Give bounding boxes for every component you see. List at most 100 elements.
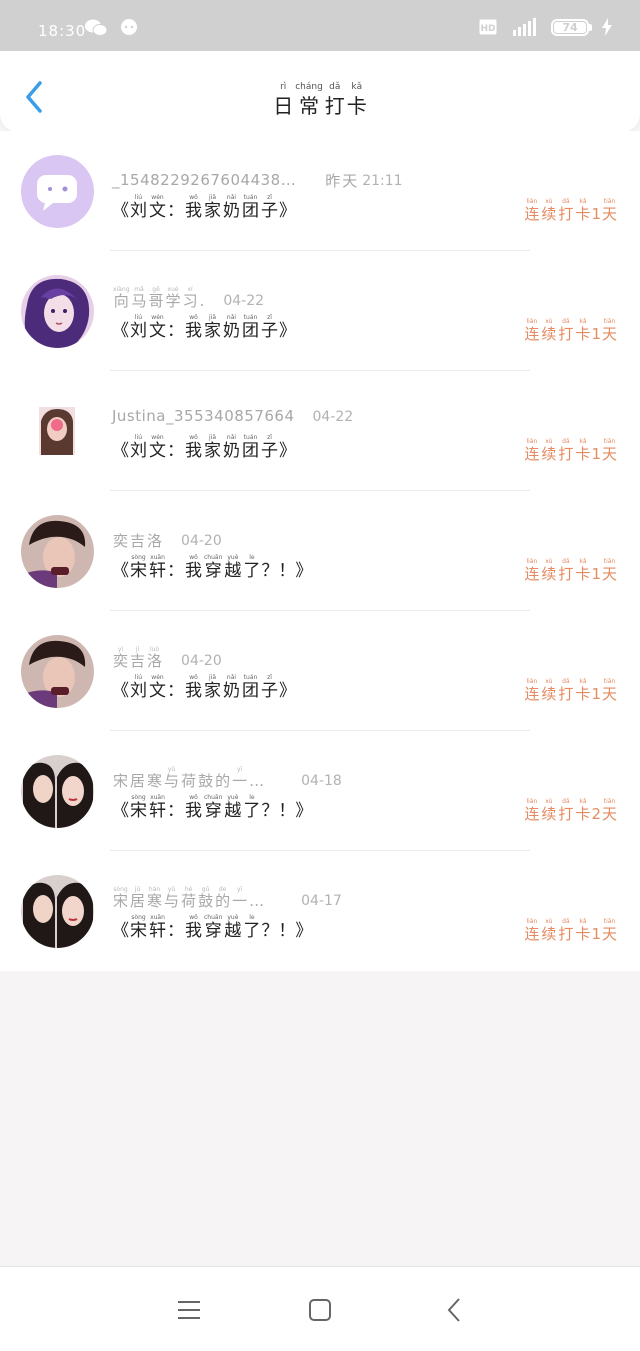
checkin-row[interactable]: sòng 宋 jū 居 hán 寒 yǔ 与 hé 荷 gǔ 鼓 de 的 yī 一 … 04-17 《 sòng 宋… (0, 851, 640, 971)
title-char: tuán 团 (242, 194, 259, 221)
title-char: wén 文 (149, 314, 166, 341)
checkin-date: 04-17 (301, 893, 342, 909)
title-char: nǎi 奶 (223, 674, 240, 701)
title-char: nǎi 奶 (223, 434, 240, 461)
title-char: nǎi 奶 (223, 314, 240, 341)
book-title: 《 liú 刘 wén 文： wǒ 我 jiā 家 nǎi 奶 tuán 团 zǐ 子》 (112, 674, 296, 701)
title-char: wǒ 我 (185, 674, 202, 701)
checkin-date: 21:11 (362, 173, 403, 189)
title-char: liú 刘 (130, 314, 147, 341)
streak-char: xù 续 (541, 198, 557, 223)
title-char: jiā 家 (204, 194, 221, 221)
title-char: yuè 越 (224, 914, 242, 941)
avatar[interactable] (21, 515, 94, 588)
streak-char: tiān 天 (601, 918, 617, 943)
name-char: xué 学 (165, 286, 181, 310)
title-char: jiā 家 (204, 674, 221, 701)
title-char: nǎi 奶 (223, 194, 240, 221)
name-char: 奕 (113, 532, 129, 550)
title-char: le 了 (243, 794, 261, 821)
streak-char: xù 续 (541, 678, 557, 703)
header: rì 日 cháng 常 dǎ 打 kǎ 卡 (0, 51, 640, 132)
checkin-row[interactable]: _1548229267604438… 昨 天 21:11 《 liú 刘 wén 文： wǒ 我… (0, 131, 640, 251)
streak-char: dǎ 打 (558, 798, 574, 823)
streak-char: dǎ 打 (558, 198, 574, 223)
title-char: wǒ 我 (185, 314, 202, 341)
avatar[interactable] (21, 635, 94, 708)
title-char: zǐ 子 (261, 674, 278, 701)
streak-char: dǎ 打 (558, 438, 574, 463)
avatar[interactable] (21, 755, 94, 828)
title-char: tuán 团 (242, 434, 259, 461)
name-char: 荷 (181, 772, 197, 790)
streak-count: 1 (591, 325, 601, 343)
checkin-row[interactable]: xiàng 向 mǎ 马 gē 哥 xué 学 xí 习 . 04-22 《 liú 刘 wén 文： wǒ 我 j… (0, 251, 640, 371)
streak-char: lián 连 (524, 198, 540, 223)
title-char: zǐ 子 (261, 314, 278, 341)
checkin-date: 04-22 (223, 293, 265, 309)
streak-char: xù 续 (541, 558, 557, 583)
streak-count: 1 (591, 205, 601, 223)
title-char: liú 刘 (130, 674, 147, 701)
streak-char: tiān 天 (601, 678, 617, 703)
system-nav-bar (0, 1266, 640, 1351)
checkin-row[interactable]: 奕 吉 洛 04-20 《 sòng 宋 xuān 轩： wǒ 我 chuān 穿 yuè 越 le 了？！… (0, 491, 640, 611)
user-name: xiàng 向 mǎ 马 gē 哥 xué 学 xí 习 . 04-22 (112, 286, 265, 310)
title-char: sòng 宋 (130, 554, 147, 581)
streak-char: lián 连 (524, 798, 540, 823)
checkin-row[interactable]: 宋 居 寒 yǔ 与 荷 鼓 的 yī 一 … 04-18 《 sòng 宋 xuān 轩： wǒ 我 c… (0, 731, 640, 851)
streak-label: lián 连 xù 续 dǎ 打 kǎ 卡 2 tiān 天 (523, 799, 618, 822)
title-char: jiā 家 (204, 314, 221, 341)
title-char: tuán 团 (242, 314, 259, 341)
title-char: yuè 越 (224, 794, 242, 821)
title-char: sòng 宋 (130, 794, 147, 821)
title-char: le 了 (243, 554, 261, 581)
title-char: sòng 宋 (130, 914, 147, 941)
user-name: _1548229267604438… 昨 天 21:11 (112, 167, 403, 189)
name-char: sòng 宋 (113, 886, 129, 910)
home-square-icon[interactable] (307, 1297, 333, 1323)
date-char: 天 (342, 172, 358, 190)
user-name: Justina_355340857664 04-22 (112, 407, 354, 425)
streak-char: dǎ 打 (558, 678, 574, 703)
avatar[interactable] (21, 875, 94, 948)
menu-icon[interactable] (176, 1297, 202, 1323)
checkin-row[interactable]: Justina_355340857664 04-22 《 liú 刘 wén 文： wǒ 我 ji… (0, 371, 640, 491)
title-char: chuān 穿 (204, 794, 223, 821)
streak-char: lián 连 (524, 678, 540, 703)
streak-char: tiān 天 (601, 198, 617, 223)
name-char: 宋 (113, 772, 129, 790)
name-char: gǔ 鼓 (198, 886, 214, 910)
streak-char: tiān 天 (601, 798, 617, 823)
title-char: wǒ 我 (185, 434, 202, 461)
book-title: 《 sòng 宋 xuān 轩： wǒ 我 chuān 穿 yuè 越 le 了？！》 (112, 914, 313, 941)
name-char: hán 寒 (147, 886, 163, 910)
avatar[interactable] (21, 275, 94, 348)
checkin-date: 04-22 (312, 409, 354, 425)
status-notification-icons (84, 18, 140, 38)
name-char: luò 洛 (147, 646, 163, 670)
hd-icon: HD (479, 19, 497, 35)
name-char: de 的 (215, 886, 231, 910)
checkin-row[interactable]: yì 奕 jí 吉 luò 洛 04-20 《 liú 刘 wén 文： wǒ 我 jiā 家 nǎi 奶 tuán… (0, 611, 640, 731)
streak-char: dǎ 打 (558, 318, 574, 343)
battery-level: 74 (554, 21, 586, 33)
title-char: xuān 轩 (149, 914, 166, 941)
back-chevron-icon[interactable] (442, 1297, 468, 1323)
name-char: xiàng 向 (113, 286, 130, 310)
streak-char: xù 续 (541, 798, 557, 823)
status-time: 18:30 (38, 22, 87, 40)
name-char: xí 习 (182, 286, 198, 310)
title-char: liú 刘 (130, 434, 147, 461)
avatar[interactable] (21, 395, 94, 468)
wechat-icon (85, 19, 108, 36)
title-char: liú 刘 (130, 194, 147, 221)
name-char: gē 哥 (148, 286, 164, 310)
streak-count: 1 (591, 685, 601, 703)
status-bar: 18:30 HD 74 (0, 0, 640, 51)
avatar[interactable] (21, 155, 94, 228)
user-name: 宋 居 寒 yǔ 与 荷 鼓 的 yī 一 … 04-18 (112, 767, 342, 790)
title-char: kǎ 卡 (346, 82, 367, 118)
title-char: dǎ 打 (324, 82, 345, 118)
title-char: wén 文 (149, 674, 166, 701)
